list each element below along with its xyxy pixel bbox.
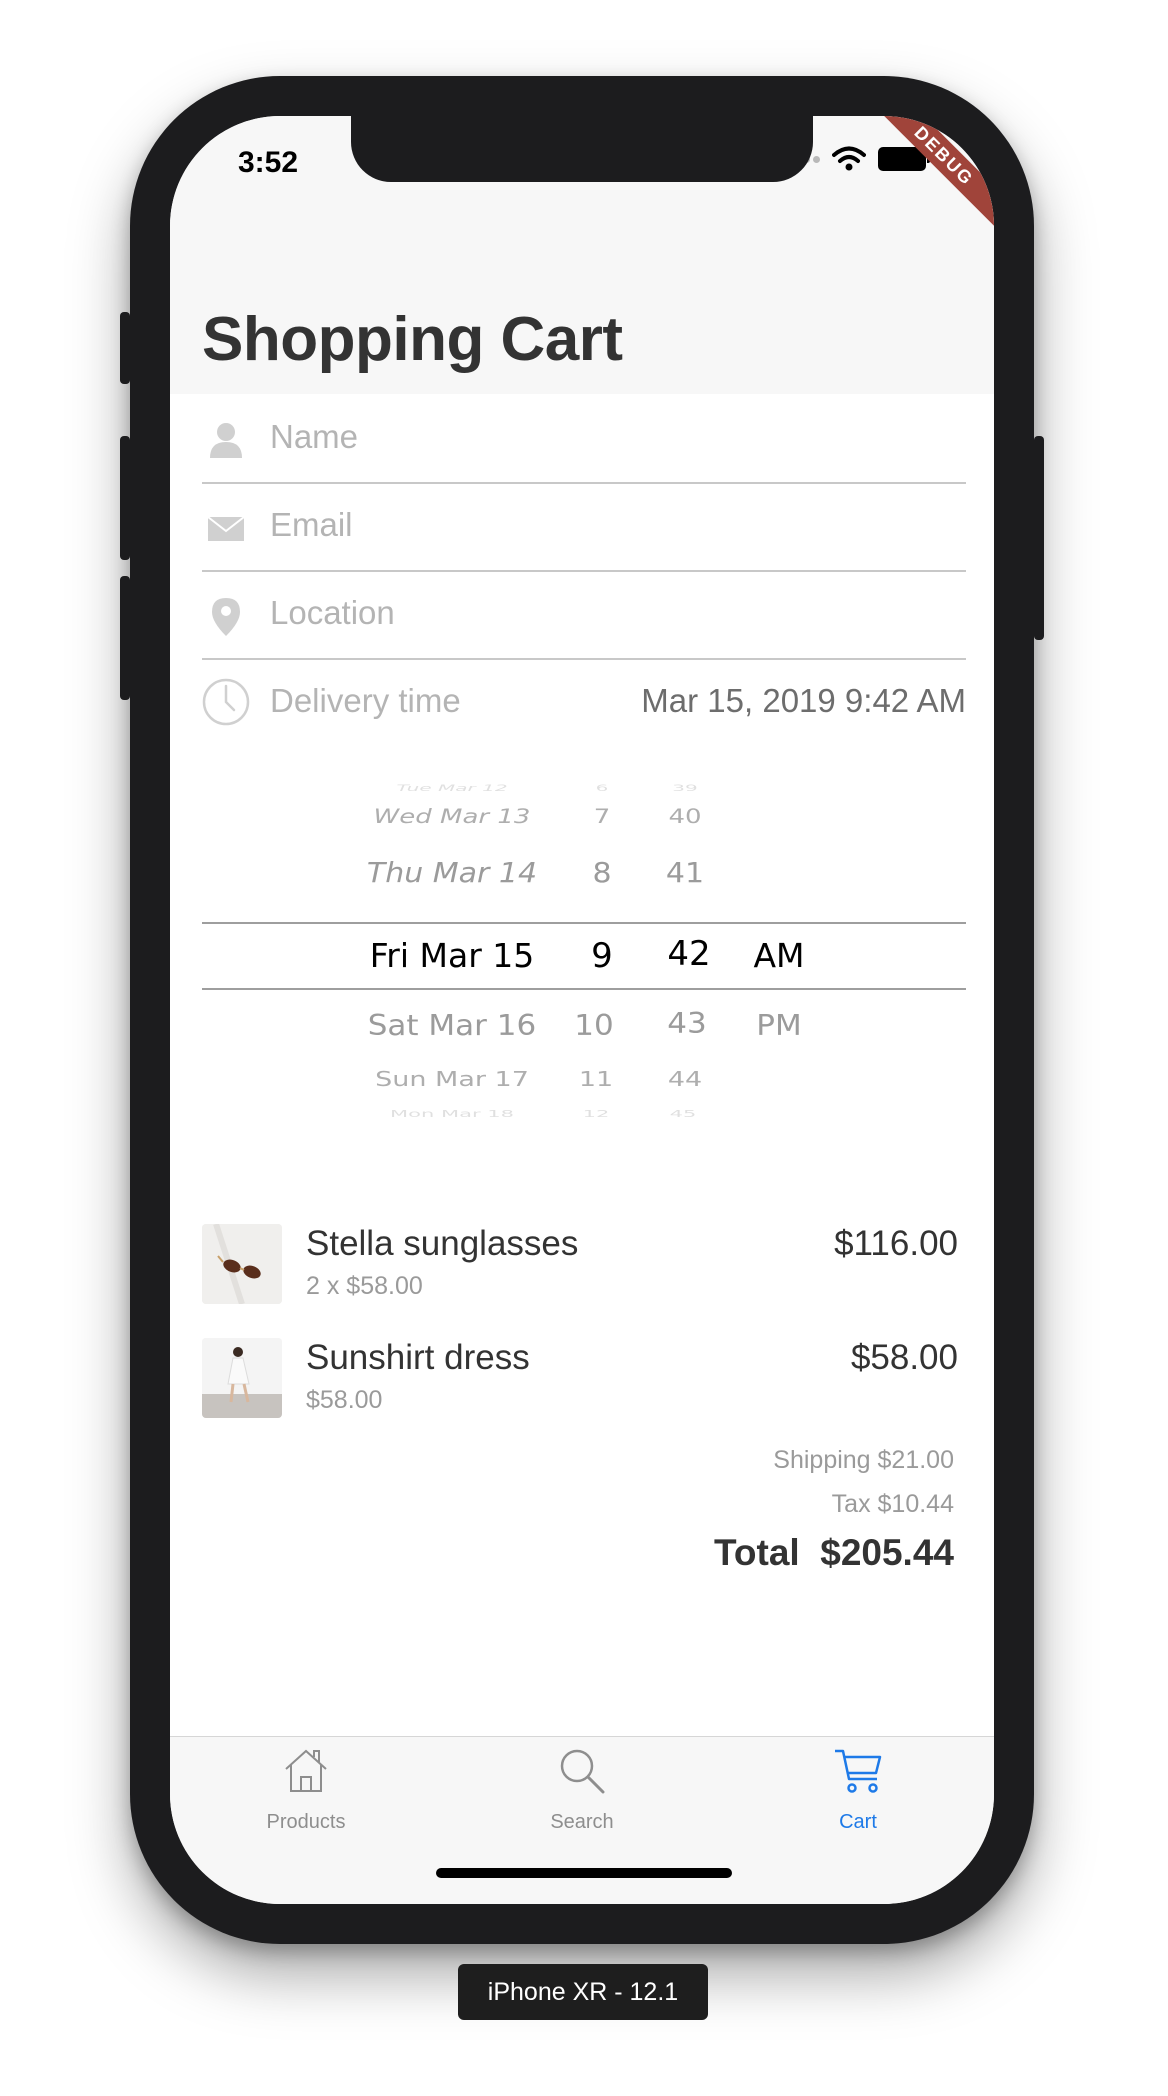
picker-hour-selected[interactable]: 9 (572, 936, 632, 976)
email-placeholder: Email (270, 506, 353, 543)
volume-down-button (120, 576, 130, 700)
status-time: 3:52 (238, 146, 299, 179)
picker-date-selected[interactable]: Fri Mar 15 (352, 936, 552, 975)
picker-selection-bottom (202, 988, 966, 990)
phone-frame: 3:52 DEBUG Shopping Cart Name Email Loca… (120, 76, 1044, 1944)
picker-minute[interactable]: 45 (648, 1109, 718, 1120)
email-field[interactable]: Email (202, 482, 966, 572)
debug-banner: DEBUG (863, 116, 994, 237)
picker-date[interactable]: Wed Mar 13 (352, 806, 552, 829)
shipping-cost: Shipping $21.00 (773, 1446, 954, 1474)
sunglasses-image (202, 1224, 282, 1304)
volume-up-button (120, 436, 130, 560)
location-placeholder: Location (270, 594, 395, 631)
tab-label: Cart (839, 1811, 877, 1833)
picker-date[interactable]: Sat Mar 16 (352, 1009, 552, 1042)
picker-hour[interactable]: 6 (572, 783, 632, 794)
wifi-icon (832, 146, 866, 171)
delivery-time-value: Mar 15, 2019 9:42 AM (641, 682, 966, 719)
date-time-picker[interactable]: Tue Mar 12 Wed Mar 13 Thu Mar 14 Fri Mar… (202, 774, 966, 1134)
picker-ampm[interactable]: PM (744, 1009, 814, 1042)
picker-hour[interactable]: 7 (572, 806, 632, 829)
silent-switch (120, 312, 130, 384)
item-price: $58.00 (850, 1338, 958, 1377)
picker-selection-top (202, 922, 966, 924)
picker-minute[interactable]: 39 (650, 783, 720, 794)
delivery-time-label: Delivery time (270, 682, 461, 719)
picker-hour[interactable]: 11 (566, 1068, 626, 1091)
item-name: Sunshirt dress (306, 1338, 530, 1377)
picker-minute[interactable]: 40 (650, 806, 720, 829)
cart-item[interactable]: Sunshirt dress $58.00 $58.00 (202, 1338, 966, 1422)
tab-search[interactable]: Search (502, 1747, 662, 1837)
sunglasses-thumbnail (202, 1224, 282, 1304)
name-placeholder: Name (270, 418, 359, 455)
item-price: $116.00 (834, 1224, 958, 1263)
picker-date[interactable]: Sun Mar 17 (352, 1068, 552, 1091)
tab-bar: Products Search Cart (170, 1736, 994, 1904)
item-name: Stella sunglasses (306, 1224, 579, 1263)
delivery-time-row[interactable]: Delivery time Mar 15, 2019 9:42 AM (202, 658, 966, 746)
dress-thumbnail (202, 1338, 282, 1418)
picker-date[interactable]: Tue Mar 12 (352, 783, 552, 794)
page-title: Shopping Cart (202, 305, 623, 374)
picker-hour[interactable]: 8 (572, 857, 632, 889)
name-field[interactable]: Name (202, 394, 966, 484)
dress-image (202, 1338, 282, 1418)
home-icon (285, 1749, 327, 1792)
device-label: iPhone XR - 12.1 (458, 1964, 708, 2020)
mail-icon (207, 516, 245, 541)
notch (351, 116, 813, 182)
person-icon (210, 423, 242, 458)
location-field[interactable]: Location (202, 570, 966, 660)
tab-label: Products (266, 1811, 346, 1833)
picker-hour[interactable]: 12 (566, 1109, 626, 1120)
item-detail: $58.00 (306, 1386, 383, 1414)
picker-minute[interactable]: 44 (650, 1068, 720, 1091)
home-indicator (436, 1868, 732, 1878)
power-button (1034, 436, 1044, 640)
picker-date[interactable]: Thu Mar 14 (352, 857, 552, 889)
cart-content: Name Email Location Delivery time Mar 15… (170, 394, 994, 1736)
search-icon (560, 1749, 605, 1794)
tab-products[interactable]: Products (226, 1747, 386, 1837)
tab-cart[interactable]: Cart (778, 1747, 938, 1837)
picker-minute[interactable]: 43 (652, 1007, 722, 1040)
tax-amount: Tax $10.44 (831, 1490, 954, 1518)
picker-minute[interactable]: 41 (650, 857, 720, 889)
picker-hour[interactable]: 10 (564, 1009, 624, 1042)
tab-label: Search (550, 1811, 614, 1833)
order-total: Total $205.44 (714, 1532, 954, 1573)
location-pin-icon (212, 598, 240, 636)
picker-date[interactable]: Mon Mar 18 (352, 1109, 552, 1120)
clock-icon (202, 678, 250, 726)
cart-item[interactable]: Stella sunglasses 2 x $58.00 $116.00 (202, 1224, 966, 1308)
picker-ampm-selected[interactable]: AM (744, 936, 814, 975)
screen: 3:52 DEBUG Shopping Cart Name Email Loca… (170, 116, 994, 1904)
picker-minute-selected[interactable]: 42 (654, 934, 724, 974)
item-detail: 2 x $58.00 (306, 1272, 423, 1300)
cart-icon (835, 1749, 882, 1793)
